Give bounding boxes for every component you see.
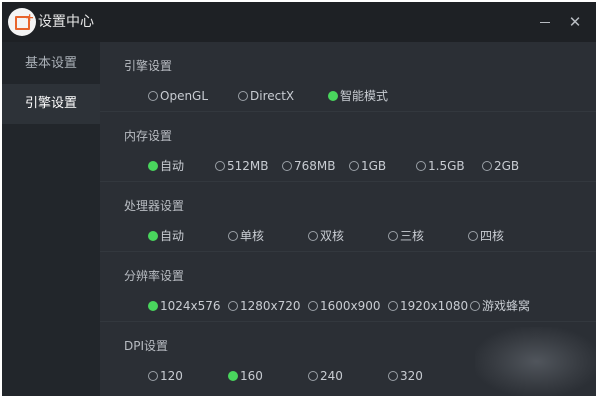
memory-section: 内存设置 自动 512MB 768MB 1GB 1.5GB 2GB <box>100 112 596 182</box>
option-label: 512MB <box>227 159 269 173</box>
option-label: 三核 <box>400 229 425 243</box>
radio-icon[interactable] <box>238 91 248 101</box>
radio-icon[interactable] <box>388 371 398 381</box>
option-dpi-240[interactable]: 240 <box>308 368 343 384</box>
option-dpi-320[interactable]: 320 <box>388 368 423 384</box>
settings-window: + 设置中心 ✕ 基本设置 引擎设置 引擎设置 OpenGL DirectX 智… <box>2 2 596 396</box>
option-label: 768MB <box>294 159 336 173</box>
option-memory-1-5gb[interactable]: 1.5GB <box>416 158 465 174</box>
radio-selected-icon[interactable] <box>148 161 158 171</box>
radio-icon[interactable] <box>482 161 492 171</box>
option-label: 四核 <box>480 229 505 243</box>
option-label: 240 <box>320 369 343 383</box>
option-label: 1920x1080 <box>400 299 469 313</box>
minimize-button[interactable] <box>535 12 555 32</box>
option-label: 1600x900 <box>320 299 381 313</box>
option-res-1600x900[interactable]: 1600x900 <box>308 298 381 314</box>
option-label: 120 <box>160 369 183 383</box>
section-title: DPI设置 <box>124 339 169 353</box>
radio-icon[interactable] <box>308 371 318 381</box>
engine-section: 引擎设置 OpenGL DirectX 智能模式 <box>100 42 596 112</box>
radio-icon[interactable] <box>468 231 478 241</box>
radio-icon[interactable] <box>388 301 398 311</box>
option-memory-768mb[interactable]: 768MB <box>282 158 336 174</box>
radio-icon[interactable] <box>349 161 359 171</box>
processor-section: 处理器设置 自动 单核 双核 三核 四核 <box>100 182 596 252</box>
radio-selected-icon[interactable] <box>328 91 338 101</box>
option-memory-auto[interactable]: 自动 <box>148 158 184 174</box>
option-res-game-hive[interactable]: 游戏蜂窝 <box>470 298 530 314</box>
sidebar-item-engine[interactable]: 引擎设置 <box>2 84 100 124</box>
radio-icon[interactable] <box>308 301 318 311</box>
radio-icon[interactable] <box>228 231 238 241</box>
radio-selected-icon[interactable] <box>228 371 238 381</box>
radio-icon[interactable] <box>228 301 238 311</box>
option-memory-2gb[interactable]: 2GB <box>482 158 519 174</box>
option-memory-512mb[interactable]: 512MB <box>215 158 269 174</box>
option-label: 2GB <box>494 159 520 173</box>
option-label: 320 <box>400 369 423 383</box>
option-res-1920x1080[interactable]: 1920x1080 <box>388 298 468 314</box>
radio-icon[interactable] <box>470 301 480 311</box>
resolution-section: 分辨率设置 1024x576 1280x720 1600x900 1920x10… <box>100 252 596 322</box>
option-label: 160 <box>240 369 263 383</box>
option-opengl[interactable]: OpenGL <box>148 88 208 104</box>
section-title: 内存设置 <box>124 129 173 143</box>
option-res-1280x720[interactable]: 1280x720 <box>228 298 301 314</box>
option-directx[interactable]: DirectX <box>238 88 294 104</box>
option-dpi-160[interactable]: 160 <box>228 368 263 384</box>
option-label: 1024x576 <box>160 299 221 313</box>
option-label: DirectX <box>250 89 295 103</box>
blurred-watermark <box>475 327 596 396</box>
section-title: 引擎设置 <box>124 59 173 73</box>
radio-selected-icon[interactable] <box>148 301 158 311</box>
radio-icon[interactable] <box>148 371 158 381</box>
section-title: 分辨率设置 <box>124 269 185 283</box>
radio-icon[interactable] <box>215 161 225 171</box>
option-label: 自动 <box>160 159 185 173</box>
option-label: 双核 <box>320 229 345 243</box>
option-cpu-auto[interactable]: 自动 <box>148 228 184 244</box>
radio-icon[interactable] <box>148 91 158 101</box>
option-cpu-single[interactable]: 单核 <box>228 228 264 244</box>
radio-icon[interactable] <box>416 161 426 171</box>
logo-plus-icon: + <box>25 11 35 24</box>
radio-icon[interactable] <box>282 161 292 171</box>
sidebar-item-basic[interactable]: 基本设置 <box>2 44 100 84</box>
option-label: 自动 <box>160 229 185 243</box>
option-label: OpenGL <box>160 89 209 103</box>
section-title: 处理器设置 <box>124 199 185 213</box>
option-smart-mode[interactable]: 智能模式 <box>328 88 388 104</box>
option-label: 1.5GB <box>428 159 465 173</box>
option-label: 1280x720 <box>240 299 301 313</box>
radio-icon[interactable] <box>308 231 318 241</box>
option-cpu-dual[interactable]: 双核 <box>308 228 344 244</box>
radio-selected-icon[interactable] <box>148 231 158 241</box>
title-bar: + 设置中心 ✕ <box>2 2 596 42</box>
close-icon: ✕ <box>568 13 582 31</box>
window-title: 设置中心 <box>38 14 94 30</box>
option-cpu-triple[interactable]: 三核 <box>388 228 424 244</box>
option-label: 1GB <box>361 159 387 173</box>
app-logo-icon: + <box>8 8 36 36</box>
option-label: 游戏蜂窝 <box>482 299 531 313</box>
radio-icon[interactable] <box>388 231 398 241</box>
option-dpi-120[interactable]: 120 <box>148 368 183 384</box>
option-cpu-quad[interactable]: 四核 <box>468 228 504 244</box>
option-label: 单核 <box>240 229 265 243</box>
close-button[interactable]: ✕ <box>565 12 585 32</box>
sidebar: 基本设置 引擎设置 <box>2 42 100 396</box>
option-label: 智能模式 <box>340 89 389 103</box>
option-memory-1gb[interactable]: 1GB <box>349 158 386 174</box>
option-res-1024x576[interactable]: 1024x576 <box>148 298 221 314</box>
